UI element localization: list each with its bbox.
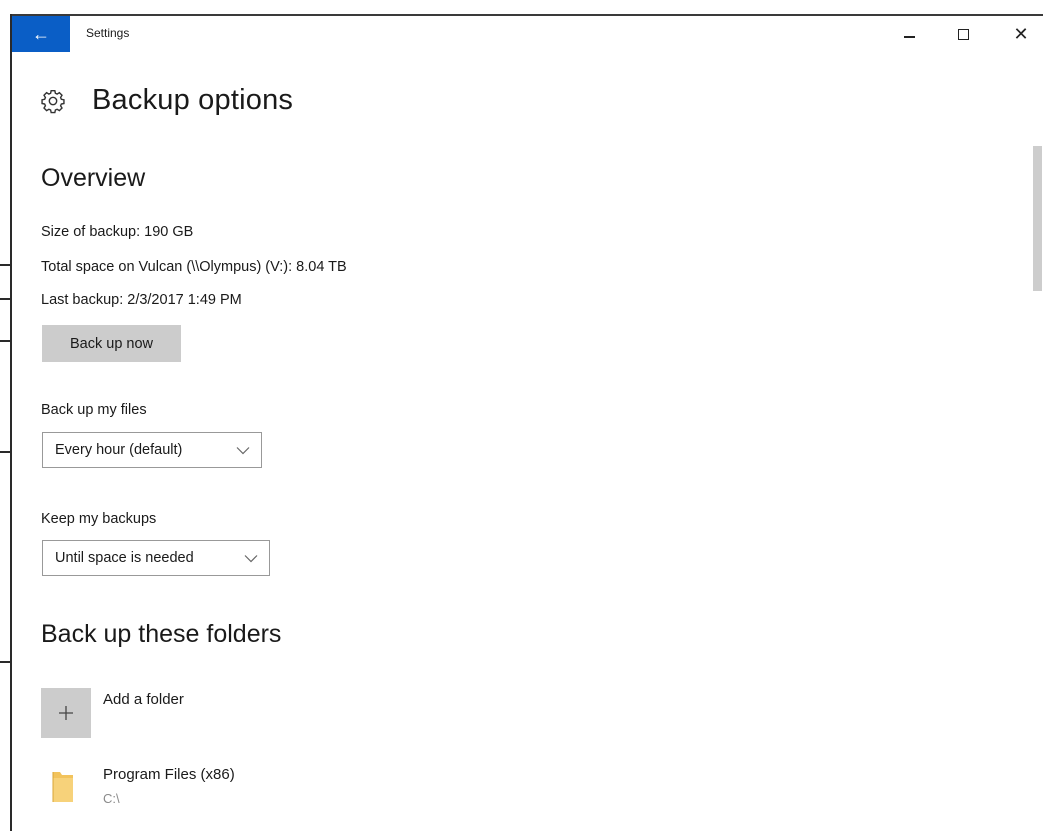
- add-folder-button[interactable]: [41, 688, 91, 738]
- backup-retention-dropdown[interactable]: Until space is needed: [42, 540, 270, 576]
- total-space-text: Total space on Vulcan (\\Olympus) (V:): …: [41, 259, 347, 275]
- settings-window: ← Settings ✕ Backup options Overview Siz…: [12, 14, 1043, 833]
- add-folder-label[interactable]: Add a folder: [103, 691, 184, 708]
- folder-icon[interactable]: [50, 768, 76, 804]
- minimize-icon: [903, 36, 915, 38]
- back-button[interactable]: ←: [12, 16, 70, 52]
- chevron-down-icon: [236, 446, 250, 454]
- plus-icon: [59, 706, 73, 720]
- back-up-my-files-label: Back up my files: [41, 402, 147, 418]
- close-button[interactable]: ✕: [1001, 22, 1041, 46]
- page-header: Backup options: [40, 84, 293, 117]
- vertical-scrollbar[interactable]: [1030, 146, 1043, 833]
- back-arrow-icon: ←: [32, 23, 50, 44]
- close-icon: ✕: [1013, 23, 1029, 44]
- keep-my-backups-label: Keep my backups: [41, 511, 157, 527]
- title-bar: ← Settings ✕: [12, 16, 1043, 52]
- folders-heading: Back up these folders: [41, 620, 282, 648]
- backup-size-text: Size of backup: 190 GB: [41, 224, 194, 240]
- maximize-icon: [957, 28, 969, 40]
- backup-frequency-value: Every hour (default): [55, 442, 183, 458]
- maximize-button[interactable]: [943, 22, 983, 46]
- chevron-down-icon: [244, 554, 258, 562]
- overview-heading: Overview: [41, 164, 146, 192]
- folder-name[interactable]: Program Files (x86): [103, 766, 235, 783]
- backup-retention-value: Until space is needed: [55, 550, 194, 566]
- folder-path: C:\: [103, 791, 120, 806]
- app-title: Settings: [86, 26, 130, 40]
- page-title: Backup options: [92, 84, 294, 116]
- minimize-button[interactable]: [889, 22, 929, 46]
- scrollbar-thumb[interactable]: [1033, 146, 1042, 291]
- gear-icon: [41, 89, 65, 113]
- back-up-now-button[interactable]: Back up now: [42, 325, 181, 362]
- last-backup-text: Last backup: 2/3/2017 1:49 PM: [41, 292, 242, 308]
- backup-frequency-dropdown[interactable]: Every hour (default): [42, 432, 262, 468]
